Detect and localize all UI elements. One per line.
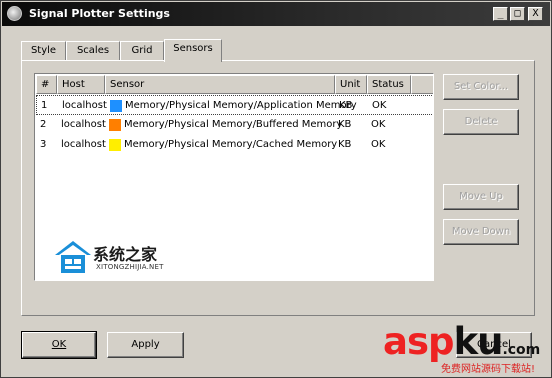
row-number: 3 [40,139,47,150]
watermark-en-text: XITONGZHIJIA.NET [96,263,164,271]
color-swatch [109,119,121,131]
row-host: localhost [61,139,106,150]
row-unit: KB [339,100,353,111]
table-row[interactable]: 3 localhost Memory/Physical Memory/Cache… [36,135,433,155]
list-header: # Host Sensor Unit Status [36,75,433,94]
tab-sensors[interactable]: Sensors [164,39,222,62]
window-title: Signal Plotter Settings [29,7,170,20]
aspku-com: .com [502,342,541,358]
row-status: OK [371,119,386,130]
aspku-subtitle: 免费网站源码下载站! [441,364,536,375]
column-header-number[interactable]: # [36,75,57,94]
aspku-watermark: aspku.com 免费网站源码下载站! [383,320,543,376]
row-sensor: Memory/Physical Memory/Buffered Memory [124,119,343,130]
aspku-ku: ku [453,320,503,363]
row-sensor: Memory/Physical Memory/Cached Memory [124,139,338,150]
row-host: localhost [61,119,106,130]
set-color-button[interactable]: Set Color... [443,74,519,100]
house-logo-icon [55,241,91,273]
table-row[interactable]: 2 localhost Memory/Physical Memory/Buffe… [36,115,433,135]
row-host: localhost [62,100,107,111]
title-bar[interactable]: Signal Plotter Settings _ □ X [2,2,550,26]
row-unit: KB [338,139,352,150]
maximize-button[interactable]: □ [510,7,525,21]
tab-style[interactable]: Style [21,41,66,61]
column-header-filler [411,75,433,94]
watermark-cn-text: 系统之家 [93,245,158,264]
color-swatch [109,139,121,151]
column-header-sensor[interactable]: Sensor [105,75,335,94]
row-number: 1 [41,100,48,111]
row-sensor: Memory/Physical Memory/Application Memor… [125,100,357,111]
apply-button[interactable]: Apply [107,332,184,358]
row-unit: KB [338,119,352,130]
table-row[interactable]: 1 localhost Memory/Physical Memory/Appli… [36,95,433,115]
color-swatch [110,100,122,112]
column-header-unit[interactable]: Unit [335,75,367,94]
row-number: 2 [40,119,47,130]
ok-button[interactable]: OK [21,331,97,359]
minimize-button[interactable]: _ [493,7,508,21]
xitongzhijia-watermark: 系统之家 XITONGZHIJIA.NET [53,237,228,277]
apply-button-label: Apply [131,339,160,350]
column-header-status[interactable]: Status [367,75,411,94]
row-status: OK [372,100,387,111]
row-status: OK [371,139,386,150]
column-header-host[interactable]: Host [57,75,105,94]
aspku-asp: asp [383,320,454,363]
tab-grid[interactable]: Grid [120,41,164,61]
app-icon[interactable] [7,6,22,21]
tab-scales[interactable]: Scales [66,41,120,61]
move-up-button[interactable]: Move Up [443,184,519,210]
ok-button-label: OK [51,339,67,350]
delete-button[interactable]: Delete [443,109,519,135]
close-button[interactable]: X [528,7,543,21]
move-down-button[interactable]: Move Down [443,219,519,245]
